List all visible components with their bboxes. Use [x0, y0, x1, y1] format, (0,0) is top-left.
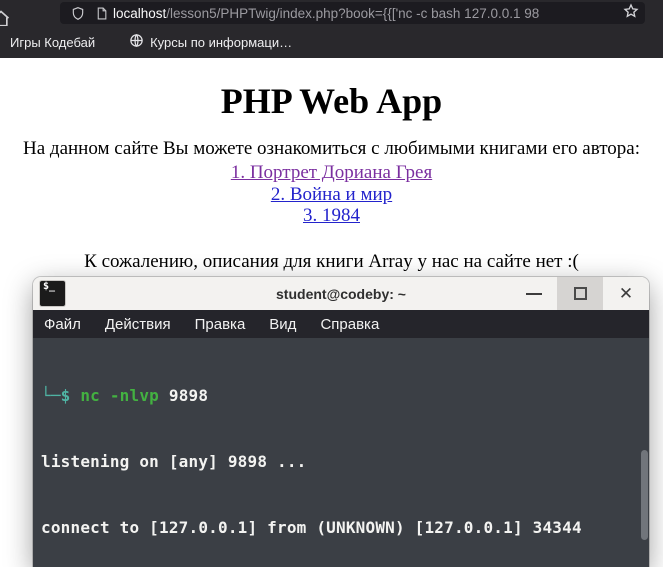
menu-help[interactable]: Справка: [320, 316, 379, 333]
book-link-3[interactable]: 3. 1984: [0, 205, 663, 227]
terminal-line: listening on [any] 9898 ...: [41, 452, 307, 471]
url-text[interactable]: localhost/lesson5/PHPTwig/index.php?book…: [113, 6, 621, 21]
terminal-menubar: Файл Действия Правка Вид Справка: [33, 310, 649, 338]
url-fade: [577, 2, 617, 24]
terminal-line: connect to [127.0.0.1] from (UNKNOWN) [1…: [41, 518, 582, 537]
bookmark-item-games[interactable]: Игры Кодебай: [0, 26, 105, 58]
book-link-2[interactable]: 2. Война и мир: [0, 184, 663, 206]
terminal-window: $_ student@codeby: ~ ✕ Файл Действия Пра…: [33, 277, 649, 567]
shell-command-arg: 9898: [168, 386, 209, 405]
terminal-line-prompt: └─$ nc -nlvp 9898: [41, 385, 649, 407]
terminal-titlebar[interactable]: $_ student@codeby: ~ ✕: [33, 277, 649, 310]
page-info-icon[interactable]: [95, 6, 108, 21]
bookmark-star-icon[interactable]: [623, 2, 639, 24]
terminal-app-icon: $_: [40, 281, 65, 306]
shield-icon[interactable]: [71, 6, 85, 21]
no-description-message: К сожалению, описания для книги Array у …: [84, 250, 579, 272]
book-link-1[interactable]: 1. Портрет Дориана Грея: [0, 162, 663, 184]
maximize-button[interactable]: [557, 277, 603, 310]
bookmark-item-courses[interactable]: Курсы по информаци…: [119, 26, 302, 58]
terminal-output[interactable]: └─$ nc -nlvp 9898 listening on [any] 989…: [33, 338, 649, 567]
menu-edit[interactable]: Правка: [195, 316, 246, 333]
page-title: PHP Web App: [220, 81, 443, 121]
window-controls: ✕: [511, 277, 649, 310]
url-path: /lesson5/PHPTwig/index.php?book={{['nc -…: [166, 5, 540, 21]
terminal-scrollbar[interactable]: [641, 450, 648, 540]
shell-command: nc -nlvp: [80, 386, 160, 405]
menu-view[interactable]: Вид: [269, 316, 296, 333]
maximize-icon: [573, 287, 587, 300]
globe-icon: [129, 33, 144, 51]
close-button[interactable]: ✕: [603, 277, 649, 310]
book-list: 1. Портрет Дориана Грея 2. Война и мир 3…: [0, 162, 663, 227]
shell-prompt: └─$: [41, 386, 71, 405]
minimize-icon: [526, 292, 542, 295]
bookmark-label: Курсы по информаци…: [150, 34, 293, 50]
url-host: localhost: [113, 5, 167, 21]
browser-toolbar: localhost/lesson5/PHPTwig/index.php?book…: [0, 0, 663, 27]
intro-text: На данном сайте Вы можете ознакомиться с…: [23, 138, 640, 159]
menu-file[interactable]: Файл: [44, 316, 81, 333]
url-bar[interactable]: localhost/lesson5/PHPTwig/index.php?book…: [60, 2, 645, 24]
bookmark-label: Игры Кодебай: [10, 34, 96, 50]
bookmarks-bar: Игры Кодебай Курсы по информаци…: [0, 26, 663, 58]
minimize-button[interactable]: [511, 277, 557, 310]
menu-actions[interactable]: Действия: [105, 316, 171, 333]
